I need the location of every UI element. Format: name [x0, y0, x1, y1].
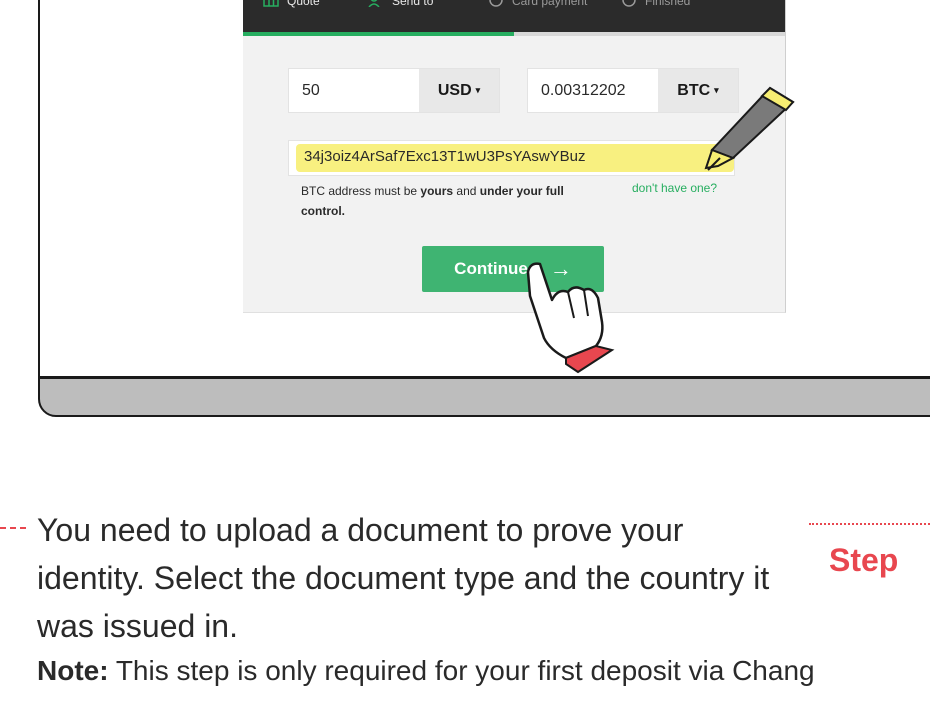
dashed-connector-left — [0, 527, 26, 529]
dashed-connector-right — [809, 523, 930, 525]
pointing-hand-icon — [526, 262, 615, 374]
note-label: Note: — [37, 655, 109, 686]
highlighter-pen-icon — [704, 86, 795, 171]
step-heading: Step — [829, 542, 899, 578]
instruction-caption: You need to upload a document to prove y… — [37, 512, 770, 644]
note-body: This step is only required for your firs… — [108, 655, 815, 686]
note-text: Note: This step is only required for you… — [37, 655, 815, 687]
